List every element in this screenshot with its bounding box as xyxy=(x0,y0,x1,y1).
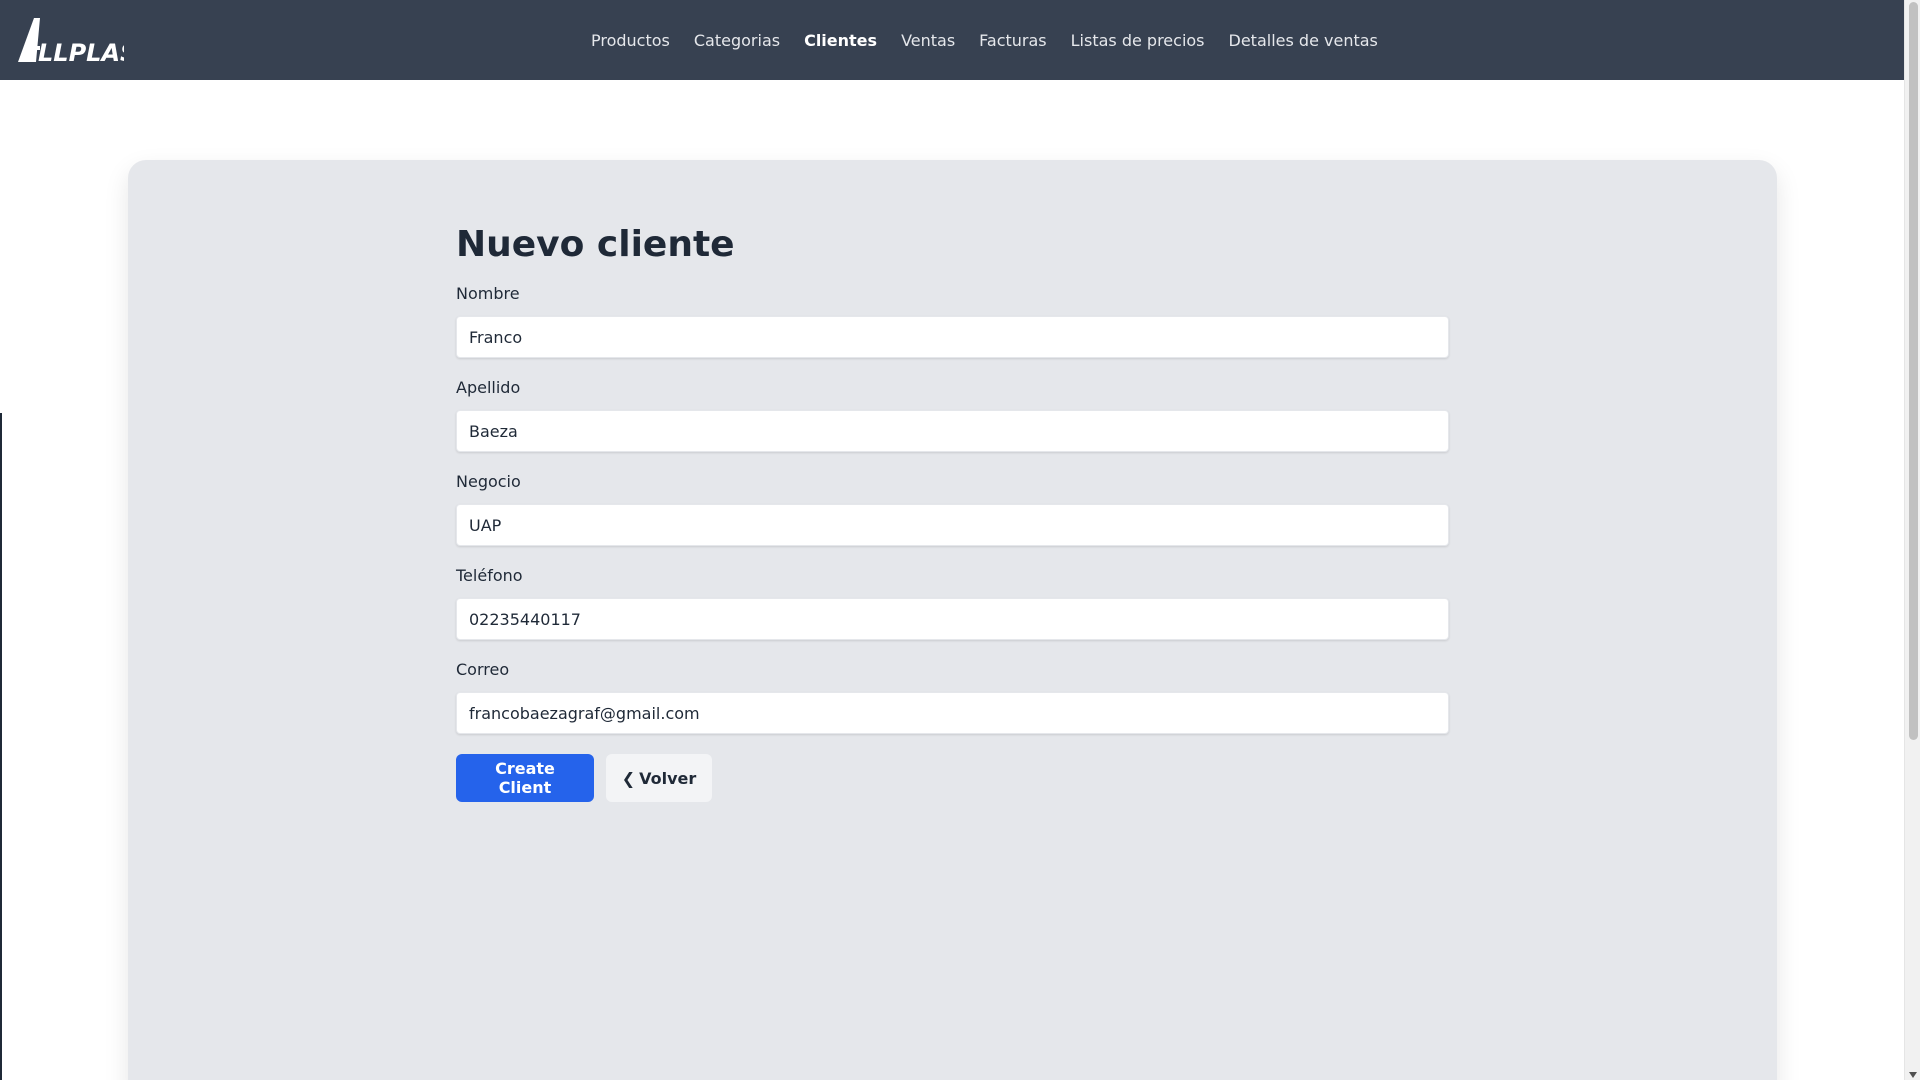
page-title: Nuevo cliente xyxy=(456,224,735,265)
volver-button[interactable]: ❮ Volver xyxy=(606,754,712,802)
logo-mark: LLPLAST xyxy=(18,18,155,67)
create-client-button[interactable]: Create Client xyxy=(456,754,594,802)
nav-link-listas-de-precios[interactable]: Listas de precios xyxy=(1071,31,1205,50)
new-client-form: Nuevo cliente Nombre Apellido Negocio Te… xyxy=(456,220,1449,802)
nav-link-clientes[interactable]: Clientes xyxy=(804,31,877,50)
top-navbar: LLPLAST Productos Categorias Clientes Ve… xyxy=(0,0,1904,80)
logo-text: LLPLAST xyxy=(38,39,124,66)
page: LLPLAST Productos Categorias Clientes Ve… xyxy=(0,0,1920,1080)
field-negocio: Negocio xyxy=(456,472,1449,546)
scroll-down-arrow-icon[interactable] xyxy=(1909,1072,1917,1078)
allplast-logo[interactable]: LLPLAST xyxy=(16,14,155,67)
negocio-label: Negocio xyxy=(456,472,521,491)
nav-link-categorias[interactable]: Categorias xyxy=(694,31,780,50)
scrollbar-thumb[interactable] xyxy=(1909,2,1918,740)
telefono-label: Teléfono xyxy=(456,566,523,585)
nav-link-facturas[interactable]: Facturas xyxy=(979,31,1046,50)
field-nombre: Nombre xyxy=(456,284,1449,358)
apellido-input[interactable] xyxy=(456,410,1449,452)
volver-label: Volver xyxy=(639,768,697,788)
vertical-scrollbar[interactable] xyxy=(1904,0,1920,1080)
correo-label: Correo xyxy=(456,660,510,679)
nombre-label: Nombre xyxy=(456,284,520,303)
form-actions: Create Client ❮ Volver xyxy=(456,754,1449,802)
field-correo: Correo xyxy=(456,660,1449,734)
apellido-label: Apellido xyxy=(456,378,521,397)
correo-input[interactable] xyxy=(456,692,1449,734)
chevron-left-icon: ❮ xyxy=(621,768,636,788)
negocio-input[interactable] xyxy=(456,504,1449,546)
telefono-input[interactable] xyxy=(456,598,1449,640)
nav-links: Productos Categorias Clientes Ventas Fac… xyxy=(591,0,1378,80)
field-telefono: Teléfono xyxy=(456,566,1449,640)
nav-link-ventas[interactable]: Ventas xyxy=(901,31,955,50)
nombre-input[interactable] xyxy=(456,316,1449,358)
field-apellido: Apellido xyxy=(456,378,1449,452)
left-edge-divider xyxy=(0,413,2,1080)
nav-link-productos[interactable]: Productos xyxy=(591,31,670,50)
nav-link-detalles-de-ventas[interactable]: Detalles de ventas xyxy=(1229,31,1378,50)
